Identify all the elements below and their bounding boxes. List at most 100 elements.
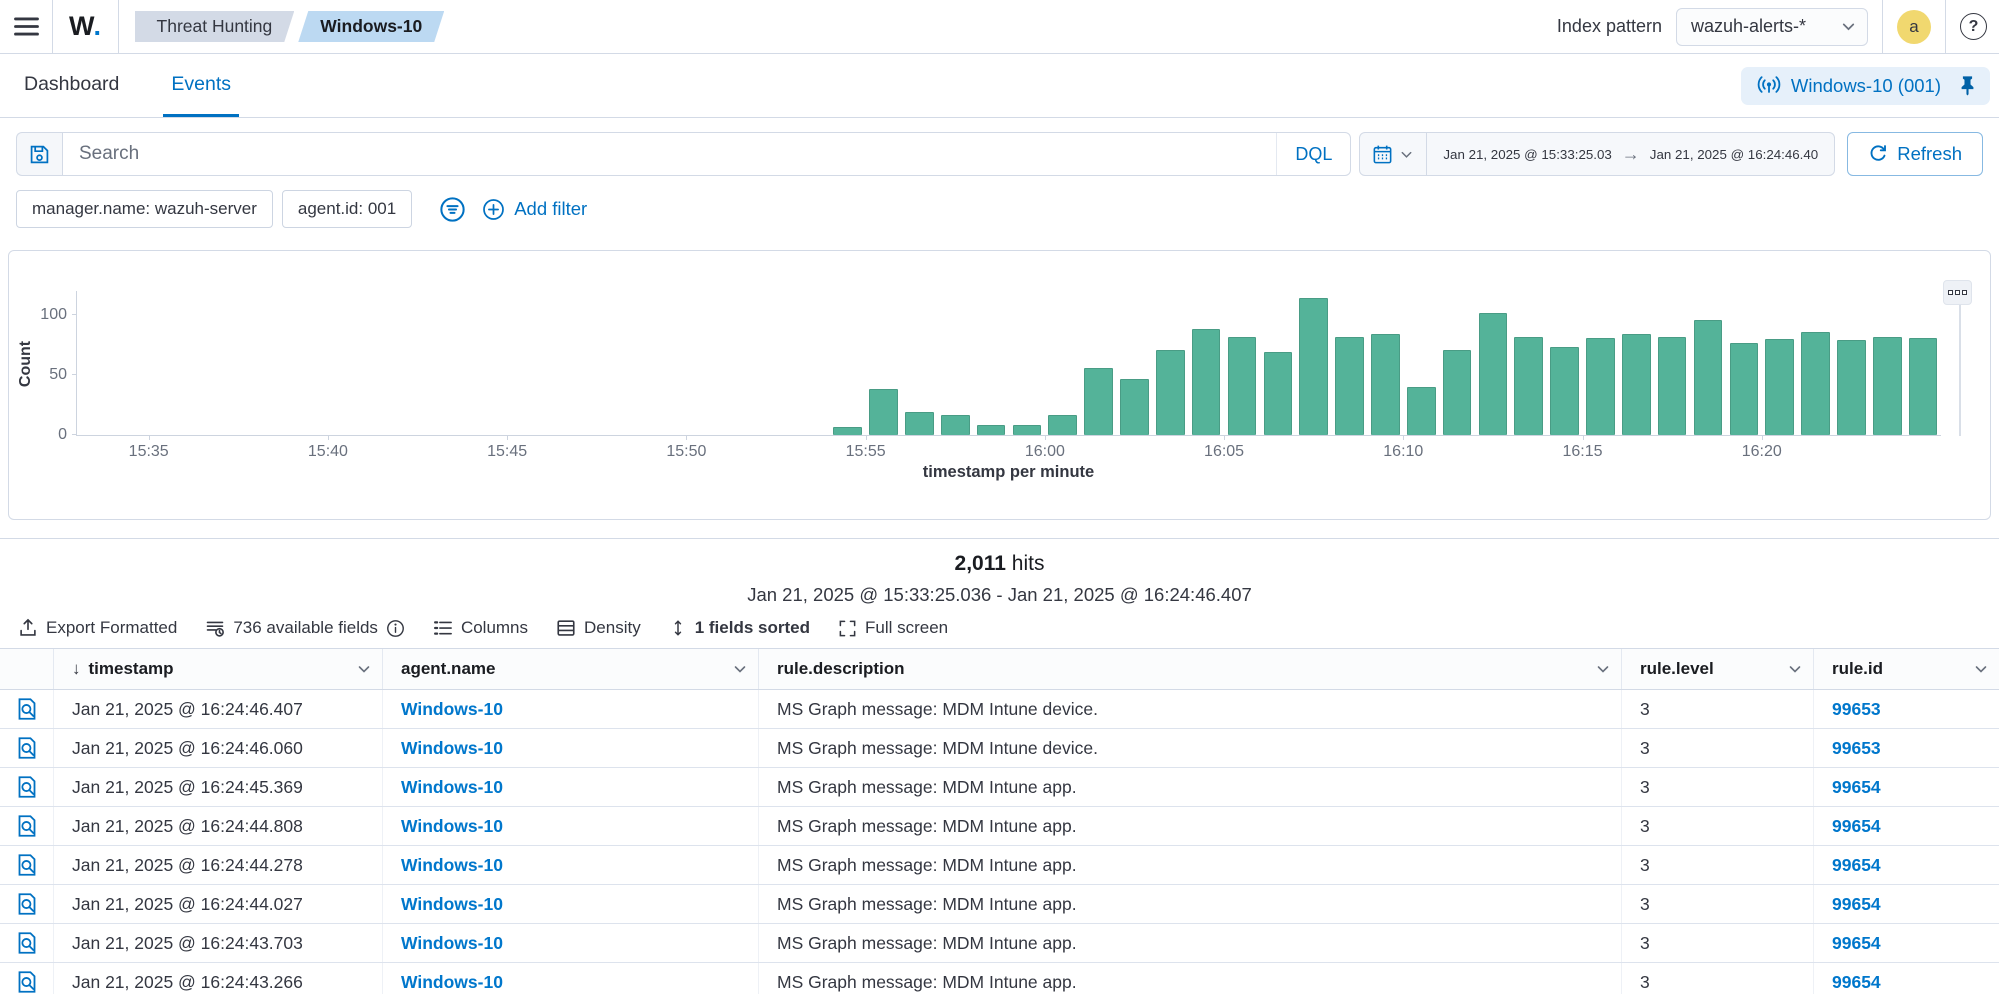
cell-agent-name-link[interactable]: Windows-10 [401,699,503,720]
column-header-timestamp[interactable]: ↓timestamp [54,649,383,689]
histogram-bar-16:05[interactable] [1228,337,1257,435]
histogram-bar-16:21[interactable] [1801,332,1830,435]
histogram-bar-16:14[interactable] [1550,347,1579,435]
histogram-bar-16:09[interactable] [1371,334,1400,435]
refresh-button[interactable]: Refresh [1847,132,1983,176]
histogram-bar-16:16[interactable] [1622,334,1651,435]
cell-agent-name-link[interactable]: Windows-10 [401,972,503,993]
info-icon[interactable] [386,619,405,638]
column-header-rule.level[interactable]: rule.level [1622,649,1814,689]
expand-document-button[interactable] [15,970,39,994]
cell-rule-id-link[interactable]: 99654 [1832,933,1881,954]
wazuh-logo[interactable]: W. [53,11,118,42]
histogram-bar-16:20[interactable] [1765,339,1794,435]
column-menu-button[interactable] [1973,661,1989,677]
expand-document-button[interactable] [15,775,39,799]
histogram-bar-16:19[interactable] [1730,343,1759,435]
expand-document-button[interactable] [15,892,39,916]
filter-options-button[interactable] [439,196,466,223]
cell-rule-id-link[interactable]: 99653 [1832,699,1881,720]
column-menu-button[interactable] [732,661,748,677]
cell-rule-id-link[interactable]: 99654 [1832,972,1881,993]
y-axis-title: Count [11,291,41,436]
column-header-rule.id[interactable]: rule.id [1814,649,1999,689]
density-button[interactable]: Density [556,618,641,638]
expand-document-button[interactable] [15,853,39,877]
expand-document-button[interactable] [15,931,39,955]
menu-button[interactable] [0,0,52,53]
cell-agent-name-link[interactable]: Windows-10 [401,894,503,915]
agent-badge[interactable]: Windows-10 (001) [1741,67,1990,105]
histogram-bar-16:13[interactable] [1514,337,1543,435]
user-avatar[interactable]: a [1897,10,1931,44]
add-filter-button[interactable]: Add filter [482,198,587,221]
histogram-bar-15:56[interactable] [905,412,934,435]
cell-rule-id-link[interactable]: 99654 [1832,816,1881,837]
help-button[interactable]: ? [1960,13,1987,40]
available-fields-button[interactable]: 736 available fields [205,618,405,638]
save-query-button[interactable] [16,132,62,176]
cell-rule-id-link[interactable]: 99654 [1832,894,1881,915]
histogram-bar-16:01[interactable] [1084,368,1113,435]
histogram-bar-16:18[interactable] [1694,320,1723,435]
cell-rule-level: 3 [1622,885,1814,923]
histogram-bar-16:00[interactable] [1048,415,1077,435]
cell-agent-name-link[interactable]: Windows-10 [401,777,503,798]
pin-agent-button[interactable] [1957,75,1978,96]
column-header-rule.description[interactable]: rule.description [759,649,1622,689]
cell-rule-id-link[interactable]: 99653 [1832,738,1881,759]
expand-document-button[interactable] [15,736,39,760]
query-language-button[interactable]: DQL [1276,133,1350,175]
column-menu-button[interactable] [1595,661,1611,677]
date-picker-menu-button[interactable] [1360,133,1427,175]
tab-dashboard[interactable]: Dashboard [16,54,127,117]
histogram-bar-16:08[interactable] [1335,337,1364,435]
cell-rule-id-link[interactable]: 99654 [1832,777,1881,798]
histogram-bar-15:54[interactable] [833,427,862,435]
histogram-bar-16:22[interactable] [1837,340,1866,435]
column-menu-button[interactable] [356,661,372,677]
expand-document-button[interactable] [15,814,39,838]
fullscreen-button[interactable]: Full screen [838,618,948,638]
histogram-bar-16:11[interactable] [1443,350,1472,435]
histogram-bar-16:23[interactable] [1873,337,1902,435]
x-tick-label-15:35: 15:35 [129,443,169,461]
cell-agent-name-link[interactable]: Windows-10 [401,738,503,759]
histogram-bar-15:59[interactable] [1013,425,1042,435]
histogram-bar-16:17[interactable] [1658,337,1687,435]
date-to-button[interactable]: Jan 21, 2025 @ 16:24:46.40 [1650,147,1818,162]
histogram-bar-16:24[interactable] [1909,338,1938,435]
histogram-bar-15:55[interactable] [869,389,898,435]
histogram-bar-16:15[interactable] [1586,338,1615,435]
events-table: ↓timestampagent.namerule.descriptionrule… [0,648,1999,994]
histogram-bar-15:58[interactable] [977,425,1006,435]
column-menu-button[interactable] [1787,661,1803,677]
histogram-bar-16:04[interactable] [1192,329,1221,435]
columns-button[interactable]: Columns [433,618,528,638]
search-input[interactable] [63,133,1350,175]
row-control-cell [0,924,54,962]
histogram-bar-16:10[interactable] [1407,387,1436,435]
breadcrumb-item-0[interactable]: Threat Hunting [135,11,295,42]
filter-pill-0[interactable]: manager.name: wazuh-server [16,190,273,228]
export-formatted-button[interactable]: Export Formatted [18,618,177,638]
histogram-bar-16:12[interactable] [1479,313,1508,435]
tab-events[interactable]: Events [163,54,239,117]
cell-agent-name-link[interactable]: Windows-10 [401,816,503,837]
date-from-button[interactable]: Jan 21, 2025 @ 15:33:25.03 [1443,147,1611,162]
expand-document-button[interactable] [15,697,39,721]
cell-agent-name-link[interactable]: Windows-10 [401,933,503,954]
chart-options-button[interactable] [1943,280,1972,305]
cell-rule-id-link[interactable]: 99654 [1832,855,1881,876]
histogram-bar-16:06[interactable] [1264,352,1293,435]
fields-sorted-button[interactable]: 1 fields sorted [669,618,810,638]
cell-agent-name-link[interactable]: Windows-10 [401,855,503,876]
histogram-bar-16:02[interactable] [1120,379,1149,435]
filter-pill-1[interactable]: agent.id: 001 [282,190,412,228]
breadcrumb-item-1[interactable]: Windows-10 [298,11,444,42]
index-pattern-select[interactable]: wazuh-alerts-* [1676,8,1868,46]
histogram-bar-16:03[interactable] [1156,350,1185,435]
column-header-agent.name[interactable]: agent.name [383,649,759,689]
histogram-bar-15:57[interactable] [941,415,970,435]
histogram-bar-16:07[interactable] [1299,298,1328,435]
